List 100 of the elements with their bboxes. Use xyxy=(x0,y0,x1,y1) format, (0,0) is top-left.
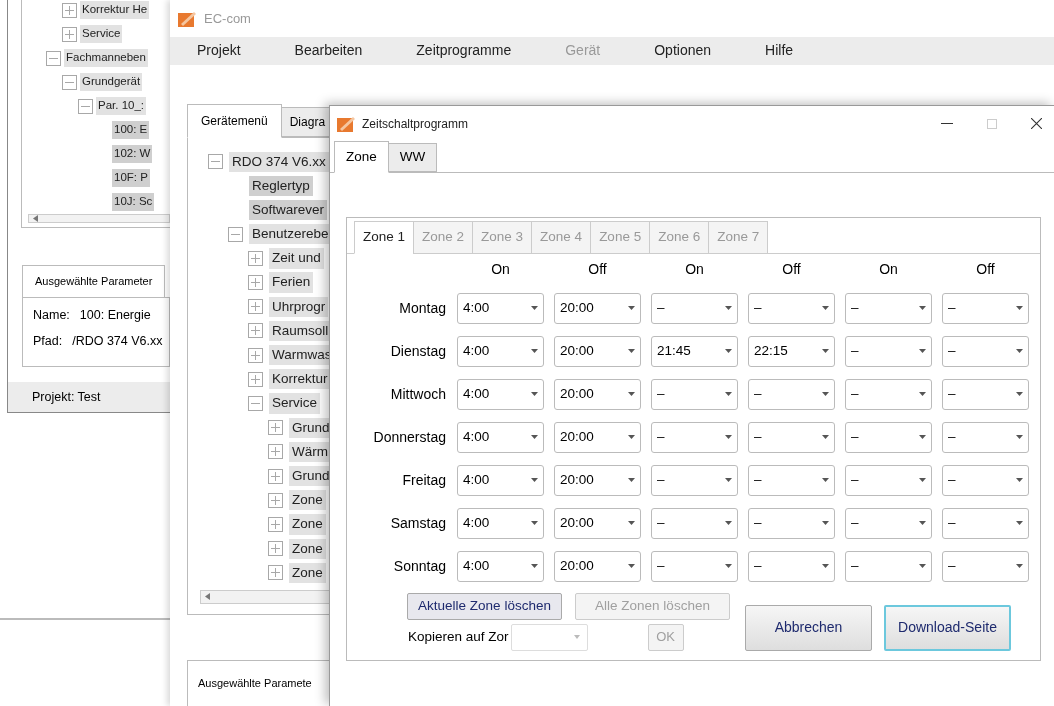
time-dropdown[interactable]: – xyxy=(942,292,1029,324)
tree-item[interactable]: Zone xyxy=(289,514,326,535)
tree-item[interactable]: RDO 374 V6.xx xyxy=(229,151,329,172)
time-dropdown[interactable]: – xyxy=(942,378,1029,410)
tree-item[interactable]: Korrektur xyxy=(269,369,331,390)
time-dropdown[interactable]: 21:45 xyxy=(651,335,738,367)
time-dropdown[interactable]: 4:00 xyxy=(457,464,544,496)
parameter-tab[interactable]: Ausgewählte Parameter xyxy=(22,265,166,297)
time-dropdown[interactable]: 20:00 xyxy=(554,550,641,582)
time-dropdown[interactable]: – xyxy=(651,550,738,582)
tree-item[interactable]: Reglertyp xyxy=(249,175,313,196)
expand-icon[interactable] xyxy=(62,2,77,18)
scrollbar[interactable] xyxy=(28,214,170,223)
expand-icon[interactable] xyxy=(268,444,283,460)
expand-icon[interactable] xyxy=(268,516,283,532)
expand-icon[interactable] xyxy=(268,468,283,484)
tree-item[interactable]: Grundgerät xyxy=(80,73,143,91)
parameter-tab[interactable]: Ausgewählte Paramete xyxy=(198,676,312,689)
action-button[interactable]: Abbrechen xyxy=(745,604,872,651)
clear-button[interactable]: Aktuelle Zone löschen xyxy=(407,592,562,620)
time-dropdown[interactable]: – xyxy=(651,292,738,324)
time-dropdown[interactable]: – xyxy=(845,421,932,453)
expand-icon[interactable] xyxy=(268,420,283,436)
tree-item[interactable]: Fachmanneben xyxy=(64,49,148,67)
tab[interactable]: Gerätemenü xyxy=(187,103,282,138)
maximize-icon[interactable] xyxy=(987,118,997,129)
expand-icon[interactable] xyxy=(248,250,263,266)
tree-item[interactable]: 10J: Sc xyxy=(112,193,155,211)
tree-item[interactable]: Zeit und xyxy=(269,248,324,269)
time-dropdown[interactable]: 4:00 xyxy=(457,292,544,324)
time-dropdown[interactable]: – xyxy=(942,421,1029,453)
menu-item[interactable]: Hilfe xyxy=(765,40,794,62)
time-dropdown[interactable]: – xyxy=(748,421,835,453)
expand-icon[interactable] xyxy=(248,323,263,339)
collapse-icon[interactable] xyxy=(248,396,263,412)
tree-item[interactable]: Uhrprogr xyxy=(269,296,329,317)
expand-icon[interactable] xyxy=(62,26,77,42)
time-dropdown[interactable]: – xyxy=(651,421,738,453)
menu-item[interactable]: Optionen xyxy=(654,40,712,62)
time-dropdown[interactable]: 4:00 xyxy=(457,550,544,582)
scroll-left-icon[interactable] xyxy=(33,215,38,222)
tree-item[interactable]: Ferien xyxy=(269,272,314,293)
tree-item[interactable]: Wärm xyxy=(289,441,331,463)
time-dropdown[interactable]: 4:00 xyxy=(457,335,544,367)
time-dropdown[interactable]: 20:00 xyxy=(554,292,641,324)
time-dropdown[interactable]: 4:00 xyxy=(457,421,544,453)
tree-item[interactable]: 100: E xyxy=(112,121,150,139)
tree-item[interactable]: 10F: P xyxy=(112,169,150,187)
collapse-icon[interactable] xyxy=(78,98,93,114)
tab[interactable]: Zone xyxy=(334,141,389,174)
time-dropdown[interactable]: 20:00 xyxy=(554,507,641,539)
time-dropdown[interactable]: 4:00 xyxy=(457,378,544,410)
time-dropdown[interactable]: – xyxy=(651,507,738,539)
time-dropdown[interactable]: 20:00 xyxy=(554,464,641,496)
collapse-icon[interactable] xyxy=(46,50,61,66)
expand-icon[interactable] xyxy=(268,492,283,508)
tab[interactable]: WW xyxy=(387,143,438,173)
time-dropdown[interactable]: – xyxy=(845,464,932,496)
time-dropdown[interactable]: – xyxy=(942,464,1029,496)
collapse-icon[interactable] xyxy=(62,74,77,90)
time-dropdown[interactable]: 20:00 xyxy=(554,335,641,367)
tree-item[interactable]: Korrektur He xyxy=(80,1,150,19)
time-dropdown[interactable]: – xyxy=(845,292,932,324)
tree-item[interactable]: Zone xyxy=(289,538,326,559)
close-icon[interactable] xyxy=(1031,118,1042,129)
menu-item[interactable]: Zeitprogramme xyxy=(416,40,512,62)
expand-icon[interactable] xyxy=(248,299,263,315)
time-dropdown[interactable]: – xyxy=(942,335,1029,367)
time-dropdown[interactable]: – xyxy=(845,550,932,582)
time-dropdown[interactable]: 22:15 xyxy=(748,335,835,367)
tree-item[interactable]: Par. 10_: xyxy=(96,97,147,115)
tree-item[interactable]: Raumsoll xyxy=(269,320,332,342)
tree-item[interactable]: Zone xyxy=(289,490,326,511)
time-dropdown[interactable]: – xyxy=(942,550,1029,582)
time-dropdown[interactable]: 4:00 xyxy=(457,507,544,539)
time-dropdown[interactable]: – xyxy=(845,378,932,410)
time-dropdown[interactable]: – xyxy=(651,464,738,496)
time-dropdown[interactable]: – xyxy=(748,507,835,539)
tree-item[interactable]: Service xyxy=(80,25,123,43)
menu-item[interactable]: Bearbeiten xyxy=(294,40,363,62)
time-dropdown[interactable]: – xyxy=(748,292,835,324)
menu-item[interactable]: Projekt xyxy=(197,40,241,62)
tree-item[interactable]: Service xyxy=(269,393,320,414)
time-dropdown[interactable]: – xyxy=(845,335,932,367)
time-dropdown[interactable]: – xyxy=(748,550,835,582)
time-dropdown[interactable]: 20:00 xyxy=(554,378,641,410)
expand-icon[interactable] xyxy=(268,565,283,581)
expand-icon[interactable] xyxy=(248,275,263,291)
time-dropdown[interactable]: – xyxy=(845,507,932,539)
expand-icon[interactable] xyxy=(248,347,263,363)
tree-item[interactable]: Zone xyxy=(289,562,326,583)
tree-item[interactable]: Softwarever xyxy=(249,199,328,221)
minimize-icon[interactable] xyxy=(941,122,953,125)
time-dropdown[interactable]: – xyxy=(651,378,738,410)
collapse-icon[interactable] xyxy=(208,154,223,170)
collapse-icon[interactable] xyxy=(228,226,243,242)
expand-icon[interactable] xyxy=(268,541,283,557)
tab[interactable]: Zone 1 xyxy=(354,221,415,254)
tree-item[interactable]: Benutzerebe xyxy=(249,224,332,245)
time-dropdown[interactable]: 20:00 xyxy=(554,421,641,453)
